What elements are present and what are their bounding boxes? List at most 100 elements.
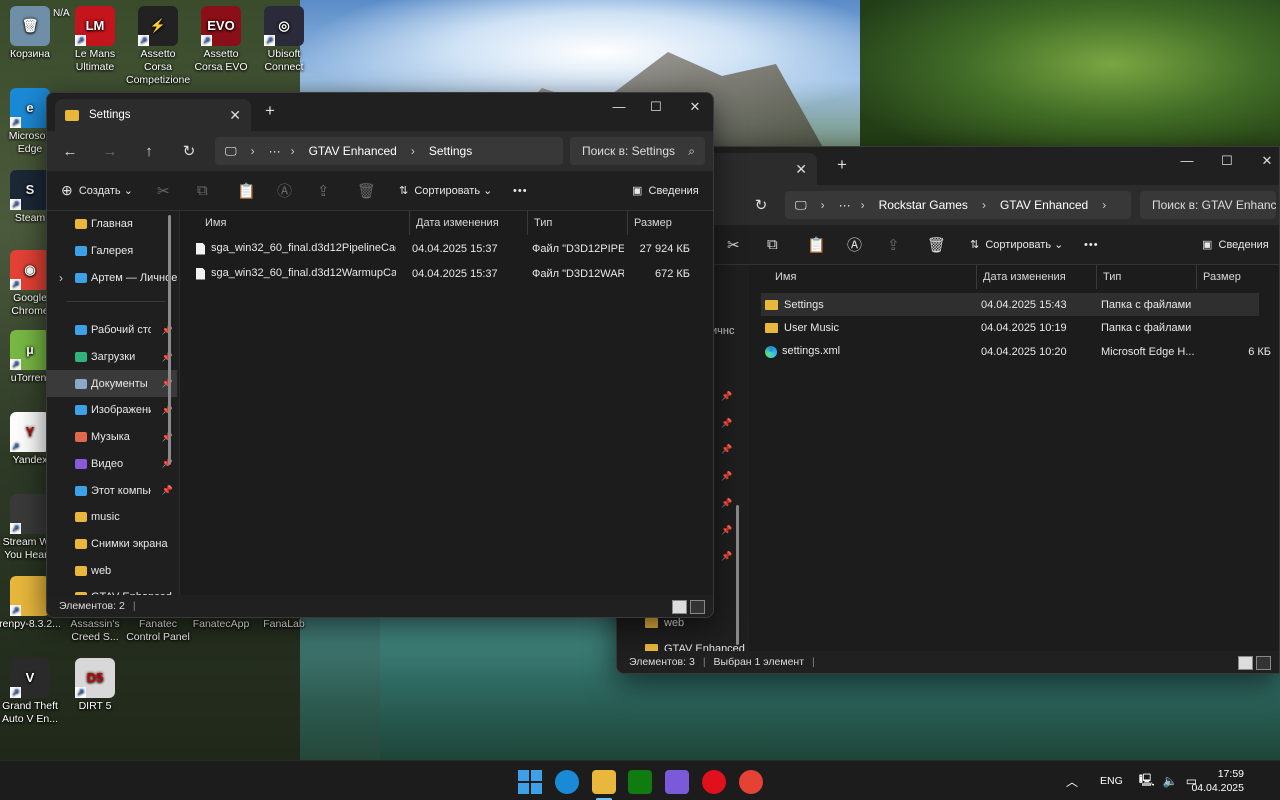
create-button[interactable]: ⊕ Создать ⌄ <box>61 182 133 199</box>
share-icon[interactable]: ⇪ <box>317 182 330 200</box>
close-icon[interactable]: ✕ <box>1247 153 1279 169</box>
desktop-icon[interactable]: LM ↗ Le Mans Ultimate <box>63 6 127 74</box>
new-tab-icon[interactable]: + <box>837 155 847 175</box>
desktop-icon[interactable]: ◎ ↗ Ubisoft Connect <box>252 6 316 74</box>
share-icon[interactable]: ⇪ <box>887 236 900 254</box>
forward-icon[interactable]: → <box>90 143 130 160</box>
pin-icon[interactable]: 📌 <box>162 485 173 496</box>
copy-icon[interactable]: ⧉ <box>197 182 208 199</box>
desktop-icon[interactable]: V ↗ Grand Theft Auto V En... <box>0 658 62 726</box>
sort-button[interactable]: ⇅ Сортировать ⌄ <box>399 184 492 198</box>
delete-icon[interactable]: 🗑 <box>357 182 376 200</box>
taskbar-chrome-icon[interactable] <box>739 770 763 794</box>
view-toggle[interactable] <box>1238 656 1271 670</box>
column-date[interactable]: Дата изменения <box>977 265 1097 289</box>
up-icon[interactable]: ↑ <box>129 143 169 160</box>
column-name[interactable]: Имя <box>761 265 977 289</box>
sidebar-item[interactable]: › Артем — Личное <box>47 264 177 291</box>
details-button[interactable]: ▣ Сведения <box>1202 238 1269 252</box>
desktop-icon[interactable]: ⚡ ↗ Assetto Corsa Competizione <box>126 6 190 87</box>
clock[interactable]: 17:59 04.04.2025 <box>1191 767 1244 795</box>
close-icon[interactable]: ✕ <box>675 99 713 115</box>
taskbar-start-icon[interactable] <box>518 770 542 794</box>
sidebar-item-web[interactable]: web <box>645 617 684 629</box>
sidebar-item[interactable]: music <box>47 504 177 531</box>
tiles-view-icon[interactable] <box>690 600 705 614</box>
cut-icon[interactable]: ✂ <box>727 236 740 254</box>
column-date[interactable]: Дата изменения <box>410 211 528 235</box>
column-size[interactable]: Размер <box>1197 265 1259 289</box>
sidebar-item[interactable]: Снимки экрана <box>47 531 177 558</box>
network-icon[interactable]: 🖳 <box>1139 771 1155 792</box>
search-input[interactable]: Поиск в: Settings ⌕ <box>570 137 705 165</box>
file-row[interactable]: sga_win32_60_final.d3d12PipelineCache...… <box>180 237 713 260</box>
back-icon[interactable]: ← <box>50 143 90 160</box>
file-row[interactable]: sga_win32_60_final.d3d12WarmupCache... 04… <box>180 262 713 285</box>
column-type[interactable]: Тип <box>1097 265 1197 289</box>
more-button[interactable]: ••• <box>1084 239 1099 251</box>
more-button[interactable]: ••• <box>513 185 528 197</box>
minimize-icon[interactable]: — <box>599 99 639 114</box>
expand-chevron-icon[interactable]: › <box>59 271 63 285</box>
details-view-icon[interactable] <box>1238 656 1253 670</box>
maximize-icon[interactable]: ☐ <box>1207 153 1247 169</box>
desktop-icon[interactable]: D5 ↗ DIRT 5 <box>63 658 127 713</box>
minimize-icon[interactable]: — <box>1167 153 1207 168</box>
close-tab-icon[interactable]: ✕ <box>229 107 241 124</box>
tray-overflow-icon[interactable]: ︿ <box>1066 773 1078 790</box>
sidebar-item[interactable]: Загрузки📌 <box>47 344 177 371</box>
file-row[interactable]: settings.xml 04.04.2025 10:20 Microsoft Ed… <box>761 340 1271 363</box>
sidebar-scrollbar[interactable] <box>736 505 739 645</box>
sidebar-item[interactable]: Галерея <box>47 238 177 265</box>
file-row[interactable]: Settings 04.04.2025 15:43 Папка с файлами <box>761 293 1259 316</box>
sidebar-item[interactable]: Изображения📌 <box>47 397 177 424</box>
new-tab-icon[interactable]: + <box>265 101 275 121</box>
breadcrumb-rockstar[interactable]: Rockstar Games <box>879 198 968 212</box>
sidebar-item[interactable]: Документы📌 <box>47 370 177 398</box>
search-input[interactable]: Поиск в: GTAV Enhanced <box>1140 191 1276 219</box>
column-type[interactable]: Тип <box>528 211 628 235</box>
details-view-icon[interactable] <box>672 600 687 614</box>
paste-icon[interactable]: 📋 <box>237 182 256 200</box>
breadcrumb-settings[interactable]: Settings <box>429 144 472 158</box>
explorer-window-back[interactable]: d ✕ + — ☐ ✕ ↻ 🖵 ›···› Rockstar Games › G… <box>616 146 1280 674</box>
sidebar-scrollbar[interactable] <box>168 215 171 465</box>
explorer-window-front[interactable]: Settings ✕ + — ☐ ✕ ← → ↑ ↻ 🖵 › ··· › GTAV … <box>46 92 714 618</box>
sidebar-item[interactable]: Этот компьютер 📌 <box>47 477 177 504</box>
tab-settings[interactable]: Settings ✕ <box>55 99 251 131</box>
refresh-icon[interactable]: ↻ <box>741 196 781 214</box>
maximize-icon[interactable]: ☐ <box>636 99 676 115</box>
sidebar-item[interactable]: Видео📌 <box>47 451 177 478</box>
taskbar-app-icon[interactable] <box>665 770 689 794</box>
desktop-icon[interactable]: EVO ↗ Assetto Corsa EVO <box>189 6 253 74</box>
taskbar-opera-icon[interactable] <box>702 770 726 794</box>
sort-button[interactable]: ⇅ Сортировать ⌄ <box>970 238 1063 252</box>
taskbar-xbox-icon[interactable] <box>628 770 652 794</box>
details-button[interactable]: ▣ Сведения <box>632 184 699 198</box>
volume-icon[interactable]: 🔈 <box>1163 774 1178 788</box>
address-bar[interactable]: 🖵 › ··· › Rockstar Games › GTAV Enhanced › <box>785 191 1131 219</box>
tiles-view-icon[interactable] <box>1256 656 1271 670</box>
refresh-icon[interactable]: ↻ <box>169 142 209 160</box>
breadcrumb-gtav[interactable]: GTAV Enhanced <box>309 144 397 158</box>
paste-icon[interactable]: 📋 <box>807 236 826 254</box>
breadcrumb-gtav[interactable]: GTAV Enhanced <box>1000 198 1088 212</box>
rename-icon[interactable]: Ⓐ <box>277 180 292 201</box>
language-indicator[interactable]: ENG <box>1100 775 1123 787</box>
address-bar[interactable]: 🖵 › ··· › GTAV Enhanced › Settings <box>215 137 563 165</box>
column-size[interactable]: Размер <box>628 211 698 235</box>
close-tab-icon[interactable]: ✕ <box>795 161 807 178</box>
sidebar-item[interactable]: Музыка📌 <box>47 424 177 451</box>
copy-icon[interactable]: ⧉ <box>767 236 778 253</box>
view-toggle[interactable] <box>672 600 705 614</box>
taskbar-explorer-icon[interactable] <box>592 770 616 800</box>
cut-icon[interactable]: ✂ <box>157 182 170 200</box>
sidebar-item[interactable]: Главная <box>47 211 177 238</box>
rename-icon[interactable]: Ⓐ <box>847 234 862 255</box>
column-name[interactable]: Имя <box>180 211 410 235</box>
taskbar-edge-icon[interactable] <box>555 770 579 794</box>
desktop-icon[interactable]: 🗑 Корзина <box>0 6 62 61</box>
sidebar-item[interactable]: web <box>47 557 177 584</box>
sidebar-item[interactable]: Рабочий стол📌 <box>47 317 177 344</box>
file-row[interactable]: User Music 04.04.2025 10:19 Папка с файлам… <box>761 317 1259 340</box>
